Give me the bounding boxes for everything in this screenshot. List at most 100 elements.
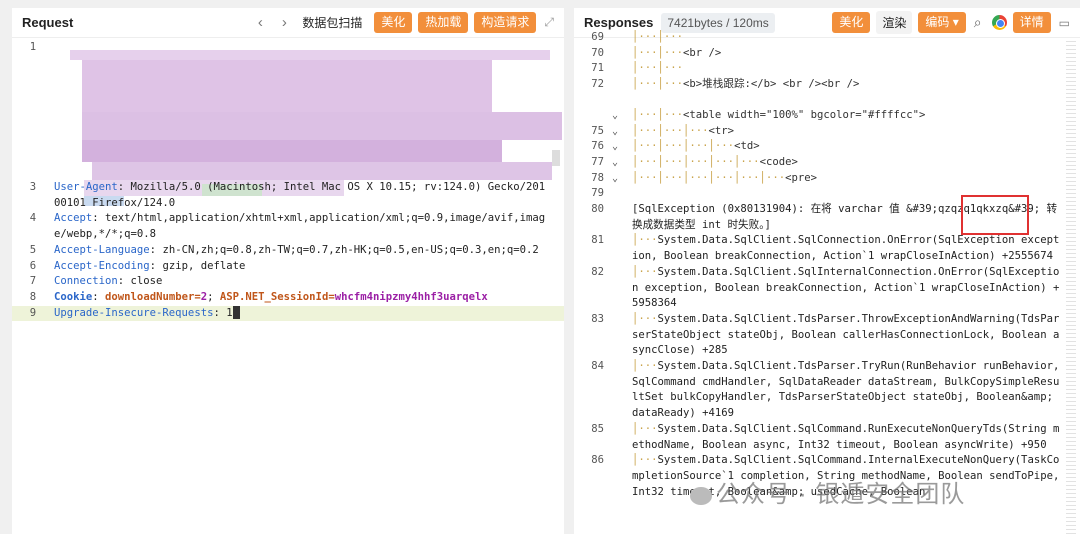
beautify-button[interactable]: 美化 xyxy=(374,12,413,33)
code-text: <br /> xyxy=(683,46,722,59)
code-text: <code> xyxy=(759,155,798,168)
chevron-down-icon: ▾ xyxy=(952,15,959,29)
request-title: Request xyxy=(22,15,74,30)
fold-chevron-icon[interactable]: ⌄ xyxy=(612,124,632,140)
indent-guides: │··· xyxy=(632,234,658,247)
indent-guides: │···│··· xyxy=(632,62,684,75)
line-number: 4 xyxy=(29,212,37,225)
line-number: 75 xyxy=(591,124,604,137)
code-line: 6 Accept-Encoding: gzip, deflate xyxy=(12,259,564,275)
header-value: zh-CN,zh;q=0.8,zh-TW;q=0.7,zh-HK;q=0.5,e… xyxy=(156,243,539,256)
fold-gutter xyxy=(612,61,632,77)
line-number: 6 xyxy=(29,259,37,272)
header-key: Cookie xyxy=(54,290,93,303)
line-number: 86 xyxy=(591,454,604,467)
line-number: 77 xyxy=(591,155,604,168)
indent-guides: │···│··· xyxy=(632,78,684,91)
line-number: 81 xyxy=(591,234,604,247)
hot-load-button[interactable]: 热加载 xyxy=(418,12,469,33)
code-line: 8 Cookie: downloadNumber=2; ASP.NET_Sess… xyxy=(12,290,564,306)
header-value: gzip, deflate xyxy=(156,259,246,272)
code-line: 72 │···│···<b>堆栈跟踪:</b> <br /><br /> xyxy=(574,77,1080,93)
header-key: Accept-Language xyxy=(54,243,150,256)
code-line-active: 9 Upgrade-Insecure-Requests: 1 xyxy=(12,305,564,322)
highlight-box xyxy=(961,195,1029,235)
code-line: 7 Connection: close xyxy=(12,274,564,290)
fold-chevron-icon[interactable]: ⌄ xyxy=(612,155,632,171)
watermark: 公众号 · 银遁安全团队 xyxy=(690,474,965,509)
code-text: <tr> xyxy=(708,124,735,137)
line-number: 82 xyxy=(591,265,604,278)
fold-gutter xyxy=(612,453,632,500)
construct-request-button[interactable]: 构造请求 xyxy=(474,12,537,33)
code-line: 78 ⌄ │···│···│···│···│···│···<pre> xyxy=(574,171,1080,187)
line-number: 80 xyxy=(591,203,604,216)
packet-scan-button[interactable]: 数据包扫描 xyxy=(296,12,368,33)
code-text: <pre> xyxy=(785,171,817,184)
fold-gutter xyxy=(612,30,632,46)
request-pane: Request ‹ › 数据包扫描 美化 热加载 构造请求 ⤢ 1 3 User… xyxy=(12,8,564,534)
prev-arrow-icon[interactable]: ‹ xyxy=(248,14,272,31)
header-lines: 3 User-Agent: Mozilla/5.0 (Macintosh; In… xyxy=(12,180,564,322)
code-line: 75 ⌄ │···│···│···<tr> xyxy=(574,124,1080,140)
code-line: 85 │···System.Data.SqlClient.SqlCommand.R… xyxy=(574,422,1080,453)
header-value: Mozilla/5.0 (Macintosh; Intel Mac OS X 1… xyxy=(54,181,546,209)
code-line xyxy=(574,93,1080,108)
code-line: 1 xyxy=(12,40,564,56)
editor-scroll-thumb[interactable] xyxy=(552,150,560,166)
line-number: 70 xyxy=(591,46,604,59)
fold-gutter xyxy=(612,202,632,233)
indent-guides: │···│···│···│··· xyxy=(632,140,735,153)
fold-gutter xyxy=(612,265,632,312)
code-line: 83 │···System.Data.SqlClient.TdsParser.Th… xyxy=(574,312,1080,359)
indent-guides: │···│··· xyxy=(632,31,684,43)
line-number: 1 xyxy=(29,41,37,53)
header-key: User-Agent xyxy=(54,181,118,193)
header-key: Accept-Encoding xyxy=(54,259,150,272)
header-value: close xyxy=(124,275,163,288)
line-number: 8 xyxy=(29,290,37,303)
redacted-block xyxy=(82,112,562,140)
code-line: 70 │···│···<br /> xyxy=(574,46,1080,62)
header-key: Connection xyxy=(54,275,118,288)
fold-gutter xyxy=(612,93,632,108)
code-line: 81 │···System.Data.SqlClient.SqlConnectio… xyxy=(574,233,1080,264)
code-text: System.Data.SqlClient.TdsParser.ThrowExc… xyxy=(632,312,1060,357)
indent-guides: │···│··· xyxy=(632,46,684,59)
chrome-browser-icon[interactable] xyxy=(991,15,1007,30)
next-arrow-icon[interactable]: › xyxy=(272,14,296,31)
fold-gutter xyxy=(612,186,632,202)
redacted-block xyxy=(82,140,502,162)
line-number: 78 xyxy=(591,171,604,184)
fold-gutter xyxy=(612,233,632,264)
line-number: 5 xyxy=(29,243,37,256)
fold-chevron-icon[interactable]: ⌄ xyxy=(612,108,632,124)
header-key: Upgrade-Insecure-Requests xyxy=(54,306,214,319)
code-text: <table width="100%" bgcolor="#ffffcc"> xyxy=(683,108,926,121)
indent-guides: │···│···│···│···│···│··· xyxy=(632,171,786,184)
fold-chevron-icon[interactable]: ⌄ xyxy=(612,171,632,187)
comment-icon[interactable]: ▭ xyxy=(1059,16,1070,30)
watermark-text: 公众号 · 银遁安全团队 xyxy=(716,481,966,508)
header-value: text/html,application/xhtml+xml,applicat… xyxy=(54,212,546,241)
cookie-key: downloadNumber xyxy=(105,290,195,303)
request-editor[interactable]: 1 3 User-Agent: Mozilla/5.0 (Macintosh; … xyxy=(12,38,564,532)
response-editor[interactable]: 69 │···│··· 70 │···│···<br /> 71 │···│··· 72 │·… xyxy=(574,31,1080,500)
line-number xyxy=(574,93,612,108)
code-text: System.Data.SqlClient.SqlConnection.OnEr… xyxy=(632,234,1060,263)
code-line: 4 Accept: text/html,application/xhtml+xm… xyxy=(12,211,564,242)
fold-gutter xyxy=(612,359,632,422)
line-number: 71 xyxy=(591,62,604,75)
search-icon[interactable]: ⌕ xyxy=(974,14,982,31)
line-number xyxy=(574,108,612,124)
code-line: 82 │···System.Data.SqlClient.SqlInternalC… xyxy=(574,265,1080,312)
code-text: System.Data.SqlClient.TdsParser.TryRun(R… xyxy=(632,360,1066,420)
code-text: System.Data.SqlClient.SqlInternalConnect… xyxy=(632,265,1060,310)
code-line: 76 ⌄ │···│···│···│···<td> xyxy=(574,139,1080,155)
code-line: 5 Accept-Language: zh-CN,zh;q=0.8,zh-TW;… xyxy=(12,243,564,259)
redacted-block xyxy=(92,162,552,180)
fold-chevron-icon[interactable]: ⌄ xyxy=(612,139,632,155)
code-text: System.Data.SqlClient.SqlCommand.RunExec… xyxy=(632,422,1060,451)
response-title: Responses xyxy=(584,15,654,30)
expand-icon[interactable]: ⤢ xyxy=(544,15,554,30)
